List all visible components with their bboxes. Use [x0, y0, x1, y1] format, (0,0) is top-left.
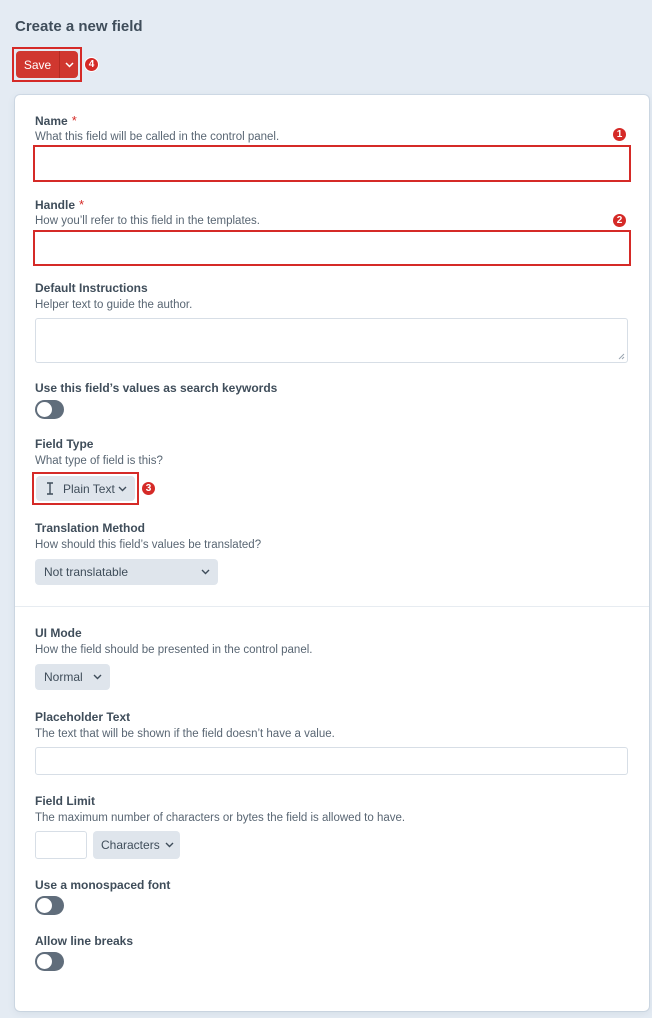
name-hint: What this field will be called in the co… [35, 131, 280, 143]
annotation-badge-1: 1 [612, 127, 627, 142]
ui-mode-hint: How the field should be presented in the… [35, 644, 313, 656]
chevron-down-icon [118, 486, 127, 491]
toggle-knob [37, 954, 52, 969]
save-button[interactable]: Save [16, 51, 59, 78]
field-limit-hint: The maximum number of characters or byte… [35, 812, 406, 824]
save-button-group: Save [12, 47, 82, 82]
ui-mode-label: UI Mode [35, 626, 82, 640]
settings-card: Name * What this field will be called in … [15, 95, 649, 1011]
chevron-down-icon [64, 61, 74, 68]
translation-label: Translation Method [35, 521, 146, 535]
handle-label: Handle * [35, 197, 85, 212]
translation-value: Not translatable [44, 565, 129, 579]
search-keywords-toggle[interactable] [35, 400, 64, 419]
field-limit-input[interactable] [35, 831, 87, 859]
required-indicator: * [79, 197, 85, 212]
handle-hint: How you’ll refer to this field in the te… [35, 215, 260, 227]
instructions-textarea[interactable] [35, 318, 628, 363]
ui-mode-select[interactable]: Normal [35, 664, 110, 690]
field-limit-unit-select[interactable]: Characters [93, 831, 180, 859]
name-label: Name * [35, 113, 77, 128]
translation-hint: How should this field’s values be transl… [35, 539, 262, 551]
translation-select[interactable]: Not translatable [35, 559, 218, 585]
ui-mode-value: Normal [44, 670, 83, 684]
field-limit-label: Field Limit [35, 794, 95, 808]
line-breaks-label: Allow line breaks [35, 934, 134, 948]
placeholder-label: Placeholder Text [35, 710, 131, 724]
monospace-toggle[interactable] [35, 896, 64, 915]
page-title: Create a new field [15, 18, 143, 35]
annotation-badge-4: 4 [84, 57, 99, 72]
handle-input[interactable] [37, 234, 626, 262]
annotation-badge-3: 3 [141, 481, 156, 496]
placeholder-hint: The text that will be shown if the field… [35, 728, 335, 740]
annotation-badge-2: 2 [612, 213, 627, 228]
field-limit-unit-value: Characters [101, 838, 160, 852]
chevron-down-icon [201, 569, 210, 575]
section-divider [15, 606, 649, 607]
toggle-knob [37, 402, 52, 417]
instructions-label: Default Instructions [35, 281, 148, 295]
chevron-down-icon [93, 674, 102, 680]
monospace-label: Use a monospaced font [35, 878, 171, 892]
chevron-down-icon [165, 842, 174, 848]
search-keywords-label: Use this field’s values as search keywor… [35, 381, 278, 395]
toggle-knob [37, 898, 52, 913]
field-type-label: Field Type [35, 437, 94, 451]
resize-grip-icon[interactable] [618, 353, 625, 360]
required-indicator: * [71, 113, 77, 128]
field-type-select[interactable]: Plain Text [36, 476, 135, 501]
instructions-hint: Helper text to guide the author. [35, 299, 193, 311]
placeholder-input[interactable] [35, 747, 628, 775]
text-cursor-icon [47, 482, 53, 495]
save-menu-button[interactable] [59, 51, 78, 78]
field-type-value: Plain Text [63, 481, 115, 496]
field-type-hint: What type of field is this? [35, 455, 163, 467]
name-input[interactable] [37, 149, 626, 178]
line-breaks-toggle[interactable] [35, 952, 64, 971]
